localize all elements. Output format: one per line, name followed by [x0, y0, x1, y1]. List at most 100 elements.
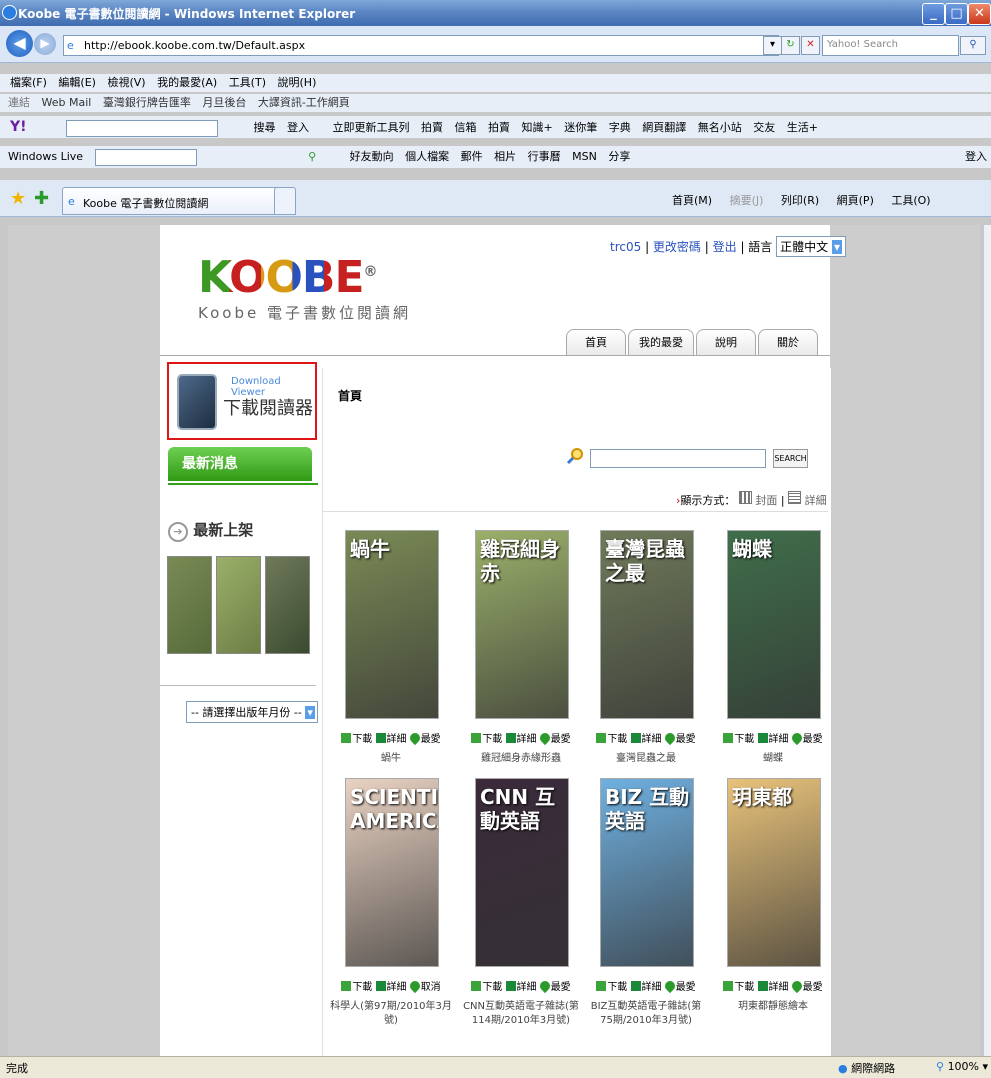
language-select[interactable]: 正體中文 ▾	[776, 236, 847, 257]
detail-action[interactable]: 詳細	[375, 981, 407, 993]
detail-action[interactable]: 詳細	[757, 733, 789, 745]
link-worksite[interactable]: 大譯資訊-工作網頁	[258, 94, 350, 110]
live-calendar[interactable]: 行事曆	[528, 146, 561, 168]
view-cover-link[interactable]: 封面	[755, 494, 777, 507]
live-signin[interactable]: 登入	[965, 146, 987, 168]
download-action[interactable]: 下載	[596, 981, 627, 993]
book-cover[interactable]: BIZ 互動英語	[600, 778, 694, 967]
close-button[interactable]: ✕	[968, 3, 991, 25]
yahoo-life-button[interactable]: 生活+	[787, 117, 818, 139]
download-action[interactable]: 下載	[723, 733, 754, 745]
menu-tools[interactable]: 工具(T)	[229, 74, 266, 90]
yahoo-logo-icon[interactable]: Y!	[10, 116, 27, 138]
book-cover[interactable]: 蝸牛	[345, 530, 439, 719]
logout-link[interactable]: 登出	[713, 240, 737, 254]
yahoo-translate-button[interactable]: 網頁翻譯	[642, 117, 686, 139]
download-action[interactable]: 下載	[596, 733, 627, 745]
nav-tab-home[interactable]: 首頁	[566, 329, 626, 356]
yahoo-bid-button[interactable]: 拍賣	[488, 117, 510, 139]
book-cover[interactable]: 蝴蝶	[727, 530, 821, 719]
favorite-action[interactable]: 最愛	[407, 730, 441, 746]
detail-action[interactable]: 詳細	[757, 981, 789, 993]
book-title[interactable]: 雞冠細身赤緣形蟲	[460, 752, 582, 766]
change-password-link[interactable]: 更改密碼	[653, 240, 701, 254]
book-cover[interactable]: 臺灣昆蟲之最	[600, 530, 694, 719]
live-msn[interactable]: MSN	[572, 146, 597, 168]
zoom-control[interactable]: ⚲ 100% ▾	[936, 1060, 988, 1073]
site-logo[interactable]: KOOBE® Koobe 電子書數位閱讀網	[198, 248, 411, 323]
favorite-action[interactable]: 最愛	[789, 730, 823, 746]
book-title[interactable]: CNN互動英語電子雜誌(第114期/2010年3月號)	[460, 1000, 582, 1028]
yahoo-update-button[interactable]: 立即更新工具列	[333, 117, 410, 139]
search-button[interactable]: SEARCH	[773, 449, 808, 468]
view-detail-link[interactable]: 詳細	[805, 494, 827, 507]
live-friends[interactable]: 好友動向	[350, 146, 394, 168]
grid-view-icon[interactable]	[738, 491, 752, 504]
book-cover[interactable]: 玥東都	[727, 778, 821, 967]
book-title[interactable]: 蝸牛	[330, 752, 452, 766]
tools-button[interactable]: 工具(O)	[891, 194, 930, 207]
nav-tab-about[interactable]: 關於	[758, 329, 818, 356]
book-title[interactable]: BIZ互動英語電子雜誌(第75期/2010年3月號)	[585, 1000, 707, 1028]
nav-tab-help[interactable]: 說明	[696, 329, 756, 356]
new-arrival-thumb[interactable]	[216, 556, 261, 654]
book-title[interactable]: 蝴蝶	[712, 752, 834, 766]
list-view-icon[interactable]	[788, 491, 802, 504]
home-button[interactable]: 首頁(M)	[672, 194, 712, 207]
yahoo-dating-button[interactable]: 交友	[753, 117, 775, 139]
print-button[interactable]: 列印(R)	[781, 194, 819, 207]
latest-news-tab[interactable]: 最新消息	[168, 447, 312, 481]
menu-edit[interactable]: 編輯(E)	[58, 74, 96, 90]
yahoo-minipen-button[interactable]: 迷你筆	[564, 117, 597, 139]
new-tab-button[interactable]	[274, 187, 296, 215]
book-cover[interactable]: CNN 互動英語	[475, 778, 569, 967]
minimize-button[interactable]: _	[922, 3, 945, 25]
download-action[interactable]: 下載	[723, 981, 754, 993]
vertical-scrollbar[interactable]	[983, 225, 991, 1056]
book-search-input[interactable]	[590, 449, 766, 468]
live-share[interactable]: 分享	[608, 146, 630, 168]
stop-button[interactable]: ✕	[801, 36, 820, 55]
menu-help[interactable]: 說明(H)	[278, 74, 317, 90]
link-bank-rates[interactable]: 臺灣銀行牌告匯率	[103, 94, 191, 110]
live-photos[interactable]: 相片	[494, 146, 516, 168]
maximize-button[interactable]: □	[945, 3, 968, 25]
username-link[interactable]: trc05	[610, 240, 641, 254]
address-input[interactable]: e http://ebook.koobe.com.tw/Default.aspx	[63, 35, 779, 56]
nav-tab-favorites[interactable]: 我的最愛	[628, 329, 694, 356]
detail-action[interactable]: 詳細	[630, 733, 662, 745]
download-action[interactable]: 下載	[471, 733, 502, 745]
book-cover[interactable]: 雞冠細身赤	[475, 530, 569, 719]
page-button[interactable]: 網頁(P)	[837, 194, 874, 207]
favorite-action[interactable]: 最愛	[789, 978, 823, 994]
menu-view[interactable]: 檢視(V)	[107, 74, 145, 90]
yahoo-input[interactable]	[66, 119, 219, 137]
new-arrival-thumb[interactable]	[167, 556, 212, 654]
live-mail[interactable]: 郵件	[461, 146, 483, 168]
link-webmail[interactable]: Web Mail	[42, 96, 92, 109]
year-month-select[interactable]: -- 請選擇出版年月份 -- ▾	[186, 701, 318, 723]
search-input[interactable]: Yahoo! Search	[822, 35, 959, 56]
live-profile[interactable]: 個人檔案	[405, 146, 449, 168]
new-arrival-thumb[interactable]	[265, 556, 310, 654]
yahoo-dict-button[interactable]: 字典	[609, 117, 631, 139]
download-action[interactable]: 下載	[471, 981, 502, 993]
favorite-action[interactable]: 最愛	[662, 978, 696, 994]
feeds-button[interactable]: 摘要(J)	[730, 194, 764, 207]
favorite-action[interactable]: 最愛	[537, 978, 571, 994]
book-title[interactable]: 科學人(第97期/2010年3月號)	[330, 1000, 452, 1028]
favorite-action[interactable]: 最愛	[662, 730, 696, 746]
yahoo-mail-button[interactable]: 信箱	[455, 117, 477, 139]
search-go-icon[interactable]: ⚲	[960, 36, 986, 55]
yahoo-signin-button[interactable]: 登入	[287, 117, 309, 139]
favorite-action[interactable]: 最愛	[537, 730, 571, 746]
menu-favorites[interactable]: 我的最愛(A)	[157, 74, 217, 90]
live-search-icon[interactable]: ⚲	[308, 146, 316, 168]
detail-action[interactable]: 詳細	[505, 733, 537, 745]
address-dropdown[interactable]: ▾	[763, 36, 782, 55]
favorites-star-icon[interactable]: ★	[10, 188, 26, 209]
detail-action[interactable]: 詳細	[505, 981, 537, 993]
detail-action[interactable]: 詳細	[630, 981, 662, 993]
back-button[interactable]: ◀	[6, 30, 33, 57]
live-search-input[interactable]	[94, 148, 197, 166]
